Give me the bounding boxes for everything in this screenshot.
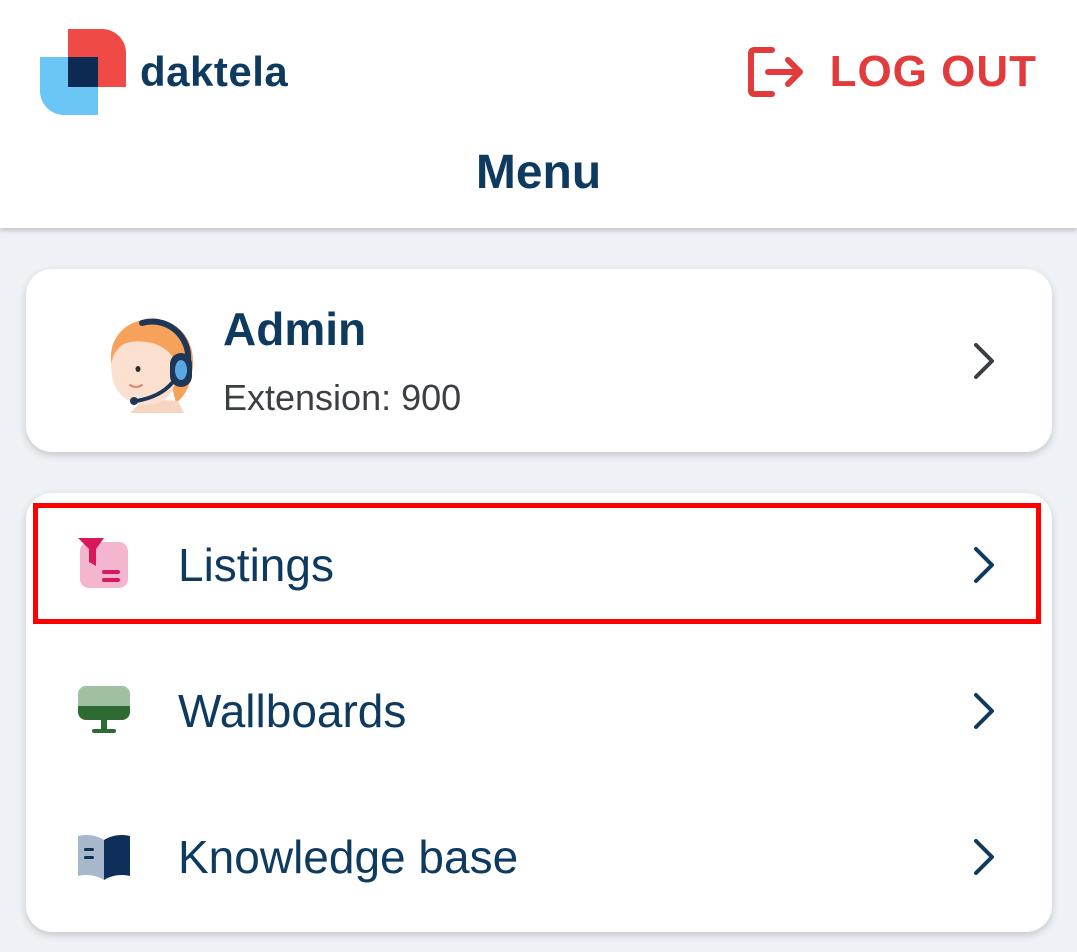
chevron-right-icon	[974, 839, 994, 875]
agent-avatar-icon	[110, 318, 194, 413]
user-name: Admin	[223, 303, 367, 355]
logout-button[interactable]: LOG OUT	[747, 40, 1037, 104]
menu-list: Listings Wallboards Knowledge base	[26, 493, 1052, 932]
menu-item-wallboards[interactable]: Wallboards	[26, 639, 1052, 785]
page-title: Menu	[475, 146, 602, 199]
app-header: daktela LOG OUT Menu	[0, 0, 1077, 228]
daktela-logo-icon	[40, 29, 126, 115]
menu-item-label: Knowledge base	[178, 831, 519, 883]
menu-item-label: Wallboards	[178, 685, 407, 737]
menu-item-knowledge-base[interactable]: Knowledge base	[26, 785, 1052, 931]
knowledge-book-icon	[78, 835, 130, 880]
chevron-right-icon	[974, 343, 994, 379]
profile-card[interactable]: Admin Extension: 900	[26, 269, 1052, 452]
menu-item-listings[interactable]: Listings	[26, 493, 1052, 639]
user-extension: Extension: 900	[223, 377, 462, 418]
chevron-right-icon	[974, 693, 994, 729]
wallboard-monitor-icon	[78, 686, 130, 733]
brand-name: daktela	[140, 48, 289, 95]
listings-filter-icon	[78, 538, 128, 588]
logout-label: LOG OUT	[829, 47, 1037, 96]
logout-icon	[747, 47, 803, 97]
chevron-right-icon	[974, 547, 994, 583]
menu-item-label: Listings	[178, 539, 334, 591]
